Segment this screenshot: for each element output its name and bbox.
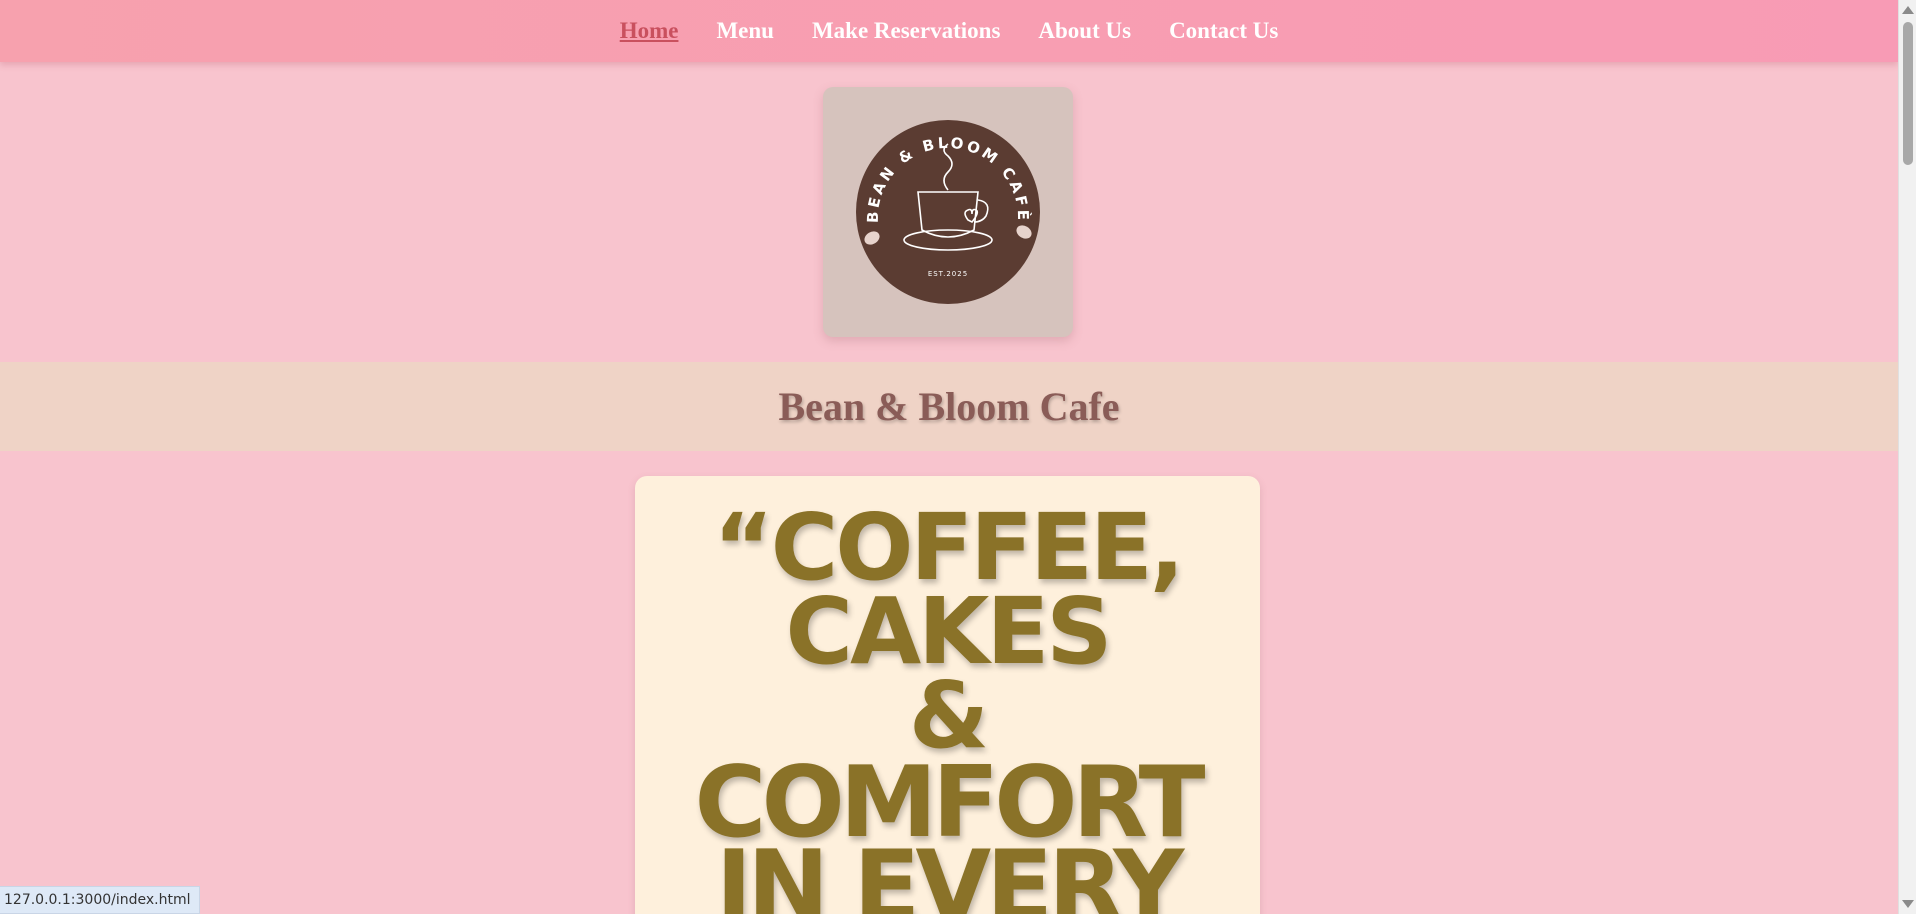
nav-contact-link[interactable]: Contact Us [1169,18,1278,44]
scroll-up-icon[interactable] [1902,6,1914,14]
scroll-thumb[interactable] [1903,22,1913,165]
page-scrollbar[interactable] [1898,0,1916,914]
title-band: Bean & Bloom Cafe [0,362,1898,451]
logo-card: BEAN & BLOOM CAFÈ EST.2025 [823,87,1073,337]
quote-card: “COFFEE, CAKES & COMFORT IN EVERY [635,476,1260,914]
quote-line-5: IN EVERY [715,830,1184,914]
page-title: Bean & Bloom Cafe [778,384,1120,429]
cafe-logo: BEAN & BLOOM CAFÈ EST.2025 [856,120,1040,304]
nav-menu-link[interactable]: Menu [716,18,774,44]
nav-home-link[interactable]: Home [620,18,679,44]
nav-about-link[interactable]: About Us [1038,18,1131,44]
status-bar-url: 127.0.0.1:3000/index.html [0,886,200,914]
nav-reservations-link[interactable]: Make Reservations [812,18,1000,44]
logo-est-text: EST.2025 [928,270,968,278]
scroll-down-icon[interactable] [1902,900,1914,908]
main-nav: Home Menu Make Reservations About Us Con… [0,0,1898,62]
